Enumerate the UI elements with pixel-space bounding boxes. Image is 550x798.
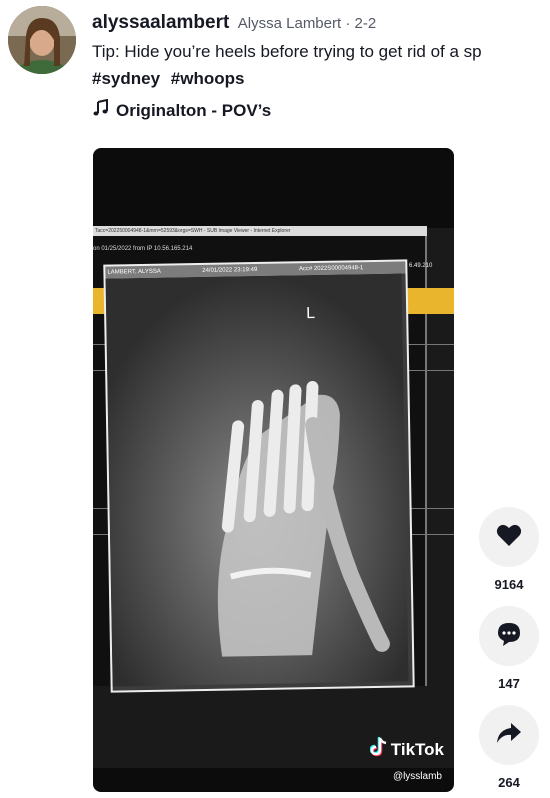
music-note-icon xyxy=(92,98,110,122)
music-title: Originalton - POV’s xyxy=(116,100,272,120)
tiktok-watermark: TikTok xyxy=(369,737,444,762)
tiktok-brand: TikTok xyxy=(390,739,444,759)
comment-count: 147 xyxy=(498,676,520,691)
heart-icon xyxy=(496,523,522,552)
comment-action: 147 xyxy=(479,606,539,691)
author-avatar[interactable] xyxy=(8,6,76,74)
video-player[interactable]: Tacc=202250004948-1&mrn=52593&orgs=SWH -… xyxy=(93,148,454,792)
hashtag-link[interactable]: #whoops xyxy=(171,69,245,88)
author-username[interactable]: alyssaalambert xyxy=(92,12,229,33)
author-nickname-date: Alyssa Lambert · 2-2 xyxy=(237,15,377,32)
comment-icon xyxy=(496,621,522,652)
viewer-yellow-bar-right xyxy=(411,288,454,314)
share-action: 264 xyxy=(479,705,539,790)
tiktok-logo-icon xyxy=(369,737,388,762)
author-line: alyssaalambert Alyssa Lambert · 2-2 xyxy=(92,12,550,34)
screen-overlay-line: on 01/25/2022 from IP 10.56.165.214 xyxy=(93,246,193,252)
hashtag-list: #sydney #whoops xyxy=(92,69,550,89)
xray-image: L xyxy=(105,273,413,691)
accession-number: Acc# 2022S00004948-1 xyxy=(298,265,364,273)
tiktok-handle: @lysslamb xyxy=(392,771,442,782)
share-button[interactable] xyxy=(479,705,539,765)
share-icon xyxy=(496,721,522,750)
screen-right-value: 6.49.210 xyxy=(409,263,433,269)
like-action: 9164 xyxy=(479,507,539,592)
side-marker: L xyxy=(306,304,316,323)
comment-button[interactable] xyxy=(479,606,539,666)
study-datetime: 24/01/2022 23:19:49 xyxy=(202,266,258,274)
hashtag-link[interactable]: #sydney xyxy=(92,69,160,88)
xray-window: LAMBERT, ALYSSA 24/01/2022 23:19:49 Acc#… xyxy=(103,259,415,693)
screen-title-bar: Tacc=202250004948-1&mrn=52593&orgs=SWH -… xyxy=(93,226,427,236)
patient-name: LAMBERT, ALYSSA xyxy=(107,268,161,276)
like-count: 9164 xyxy=(494,577,524,592)
post-caption: Tip: Hide you’re heels before trying to … xyxy=(92,42,482,61)
music-link[interactable]: Originalton - POV’s xyxy=(92,98,550,122)
like-button[interactable] xyxy=(479,507,539,567)
share-count: 264 xyxy=(498,775,520,790)
post-header: alyssaalambert Alyssa Lambert · 2-2 Tip:… xyxy=(92,12,550,122)
